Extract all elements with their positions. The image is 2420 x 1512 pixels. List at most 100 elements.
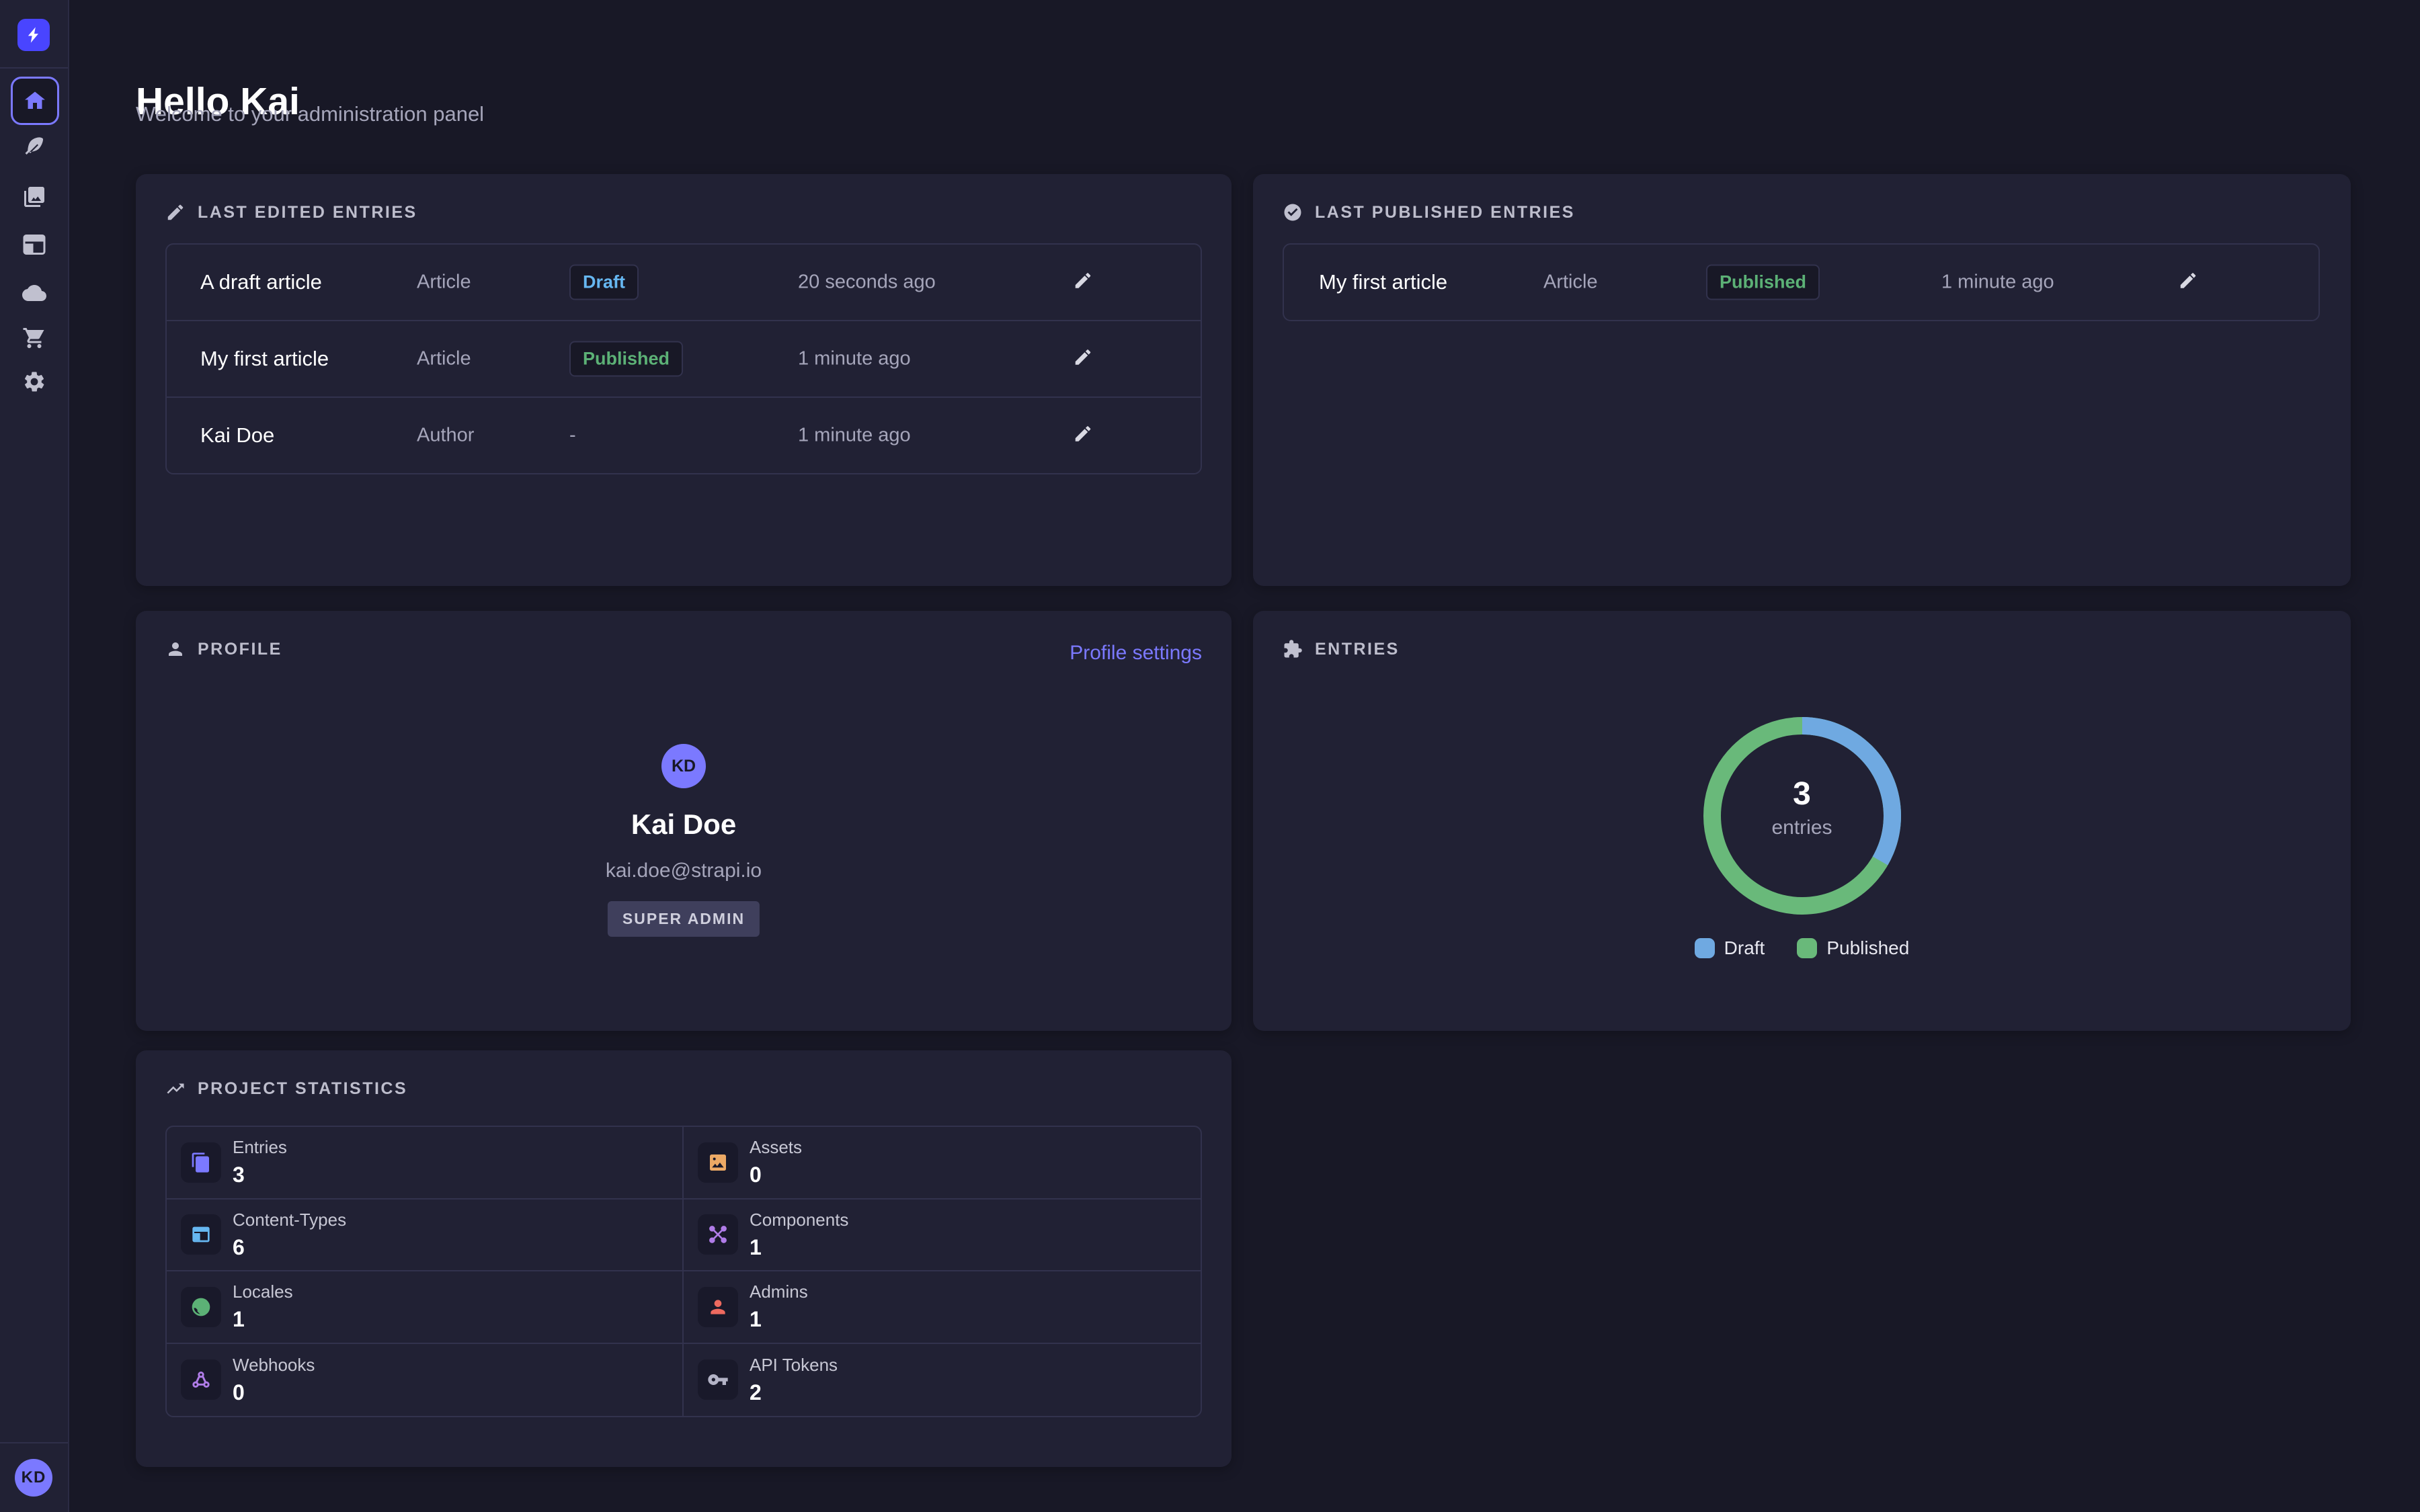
project-statistics-table: Entries 3 Assets 0 Content-Types 6 bbox=[165, 1126, 1202, 1417]
status-empty: - bbox=[569, 425, 576, 446]
edit-entry-button[interactable] bbox=[1073, 423, 1096, 446]
stat-webhooks: Webhooks 0 bbox=[167, 1344, 684, 1417]
key-icon bbox=[698, 1359, 738, 1400]
last-edited-entries-panel: LAST EDITED ENTRIES A draft article Arti… bbox=[136, 174, 1232, 586]
cart-icon bbox=[22, 326, 46, 350]
entry-type: Article bbox=[1543, 271, 1598, 294]
entry-title: A draft article bbox=[200, 270, 322, 294]
panel-title: LAST PUBLISHED ENTRIES bbox=[1315, 203, 1575, 222]
stat-label: Components bbox=[750, 1210, 848, 1230]
entry-title: My first article bbox=[200, 347, 329, 371]
stat-label: Assets bbox=[750, 1137, 802, 1158]
last-published-entries-table: My first article Article Published 1 min… bbox=[1283, 243, 2320, 321]
entries-unit: entries bbox=[1701, 816, 1903, 839]
legend-label: Published bbox=[1826, 937, 1909, 959]
molecule-icon bbox=[698, 1214, 738, 1255]
stat-value: 2 bbox=[750, 1380, 838, 1405]
entry-time: 1 minute ago bbox=[1941, 271, 2054, 294]
pencil-icon bbox=[2178, 271, 2198, 291]
panel-title: PROFILE bbox=[198, 640, 282, 659]
layout-icon bbox=[181, 1214, 221, 1255]
files-icon bbox=[181, 1142, 221, 1183]
stat-components: Components 1 bbox=[684, 1200, 1201, 1272]
entries-donut-chart: 3 entries bbox=[1701, 715, 1903, 917]
last-edited-entries-table: A draft article Article Draft 20 seconds… bbox=[165, 243, 1202, 474]
stat-value: 0 bbox=[750, 1163, 802, 1187]
status-badge: Draft bbox=[569, 265, 639, 300]
person-icon bbox=[698, 1287, 738, 1327]
sidebar-item-content-manager[interactable] bbox=[22, 135, 46, 159]
page-subtitle: Welcome to your administration panel bbox=[136, 102, 484, 126]
table-row: My first article Article Published 1 min… bbox=[1284, 245, 2318, 320]
stat-value: 1 bbox=[233, 1307, 293, 1332]
feather-icon bbox=[22, 135, 46, 159]
draft-swatch bbox=[1695, 938, 1715, 958]
stat-label: Webhooks bbox=[233, 1355, 315, 1376]
pencil-icon bbox=[1073, 347, 1093, 368]
project-statistics-panel: PROJECT STATISTICS Entries 3 Assets 0 bbox=[136, 1050, 1232, 1467]
profile-panel: PROFILE Profile settings KD Kai Doe kai.… bbox=[136, 611, 1232, 1031]
edit-entry-button[interactable] bbox=[1073, 346, 1096, 369]
profile-settings-link[interactable]: Profile settings bbox=[1070, 642, 1202, 665]
sidebar-item-content-type-builder[interactable] bbox=[22, 233, 46, 257]
entries-panel: ENTRIES 3 entries Draft Published bbox=[1253, 611, 2351, 1031]
stat-value: 0 bbox=[233, 1380, 315, 1405]
stat-value: 3 bbox=[233, 1163, 287, 1187]
entry-title: My first article bbox=[1319, 270, 1447, 294]
strapi-bolt-icon bbox=[24, 26, 43, 44]
donut-legend: Draft Published bbox=[1253, 937, 2351, 959]
picture-icon bbox=[698, 1142, 738, 1183]
stat-value: 6 bbox=[233, 1235, 346, 1260]
stat-value: 1 bbox=[750, 1307, 808, 1332]
pencil-icon bbox=[1073, 271, 1093, 291]
published-swatch bbox=[1797, 938, 1817, 958]
legend-item-draft: Draft bbox=[1695, 937, 1765, 959]
table-row: A draft article Article Draft 20 seconds… bbox=[167, 245, 1201, 320]
entry-time: 1 minute ago bbox=[798, 425, 911, 447]
profile-email: kai.doe@strapi.io bbox=[136, 859, 1232, 882]
legend-label: Draft bbox=[1724, 937, 1765, 959]
sidebar-item-settings[interactable] bbox=[22, 370, 46, 394]
role-badge: SUPER ADMIN bbox=[608, 901, 760, 937]
status-badge: Published bbox=[1706, 265, 1820, 300]
sidebar-user-avatar[interactable]: KD bbox=[15, 1459, 52, 1497]
strapi-dashboard: KD Hello Kai Welcome to your administrat… bbox=[0, 0, 2420, 1512]
check-circle-icon bbox=[1283, 202, 1303, 222]
stat-entries: Entries 3 bbox=[167, 1127, 684, 1200]
entry-type: Author bbox=[417, 425, 474, 447]
last-edited-entries-header: LAST EDITED ENTRIES bbox=[165, 202, 417, 222]
panel-title: ENTRIES bbox=[1315, 640, 1400, 659]
entry-time: 1 minute ago bbox=[798, 348, 911, 370]
gear-icon bbox=[22, 370, 46, 394]
home-icon bbox=[23, 89, 47, 113]
webhook-icon bbox=[181, 1359, 221, 1400]
strapi-logo[interactable] bbox=[17, 19, 50, 51]
pencil-icon bbox=[1073, 424, 1093, 444]
sidebar-item-media-library[interactable] bbox=[22, 185, 46, 209]
entry-type: Article bbox=[417, 271, 471, 294]
entry-type: Article bbox=[417, 348, 471, 370]
status-badge: Published bbox=[569, 341, 683, 377]
edit-entry-button[interactable] bbox=[1073, 269, 1096, 292]
stat-label: Admins bbox=[750, 1282, 808, 1302]
trending-up-icon bbox=[165, 1079, 186, 1099]
table-row: My first article Article Published 1 min… bbox=[167, 320, 1201, 396]
panel-title: LAST EDITED ENTRIES bbox=[198, 203, 417, 222]
entry-time: 20 seconds ago bbox=[798, 271, 936, 294]
sidebar-item-home[interactable] bbox=[11, 77, 59, 125]
sidebar-divider-top bbox=[0, 67, 68, 69]
last-published-entries-header: LAST PUBLISHED ENTRIES bbox=[1283, 202, 1575, 222]
profile-header: PROFILE bbox=[165, 639, 282, 659]
profile-name: Kai Doe bbox=[136, 808, 1232, 841]
sidebar-item-marketplace[interactable] bbox=[22, 326, 46, 350]
entry-title: Kai Doe bbox=[200, 423, 274, 448]
sidebar-divider-bottom bbox=[0, 1442, 68, 1443]
sidebar-item-deploy[interactable] bbox=[22, 281, 46, 305]
puzzle-icon bbox=[1283, 639, 1303, 659]
stat-label: Entries bbox=[233, 1137, 287, 1158]
stat-label: Locales bbox=[233, 1282, 293, 1302]
stat-value: 1 bbox=[750, 1235, 848, 1260]
last-published-entries-panel: LAST PUBLISHED ENTRIES My first article … bbox=[1253, 174, 2351, 586]
edit-entry-button[interactable] bbox=[2178, 269, 2201, 292]
media-library-icon bbox=[22, 185, 46, 209]
